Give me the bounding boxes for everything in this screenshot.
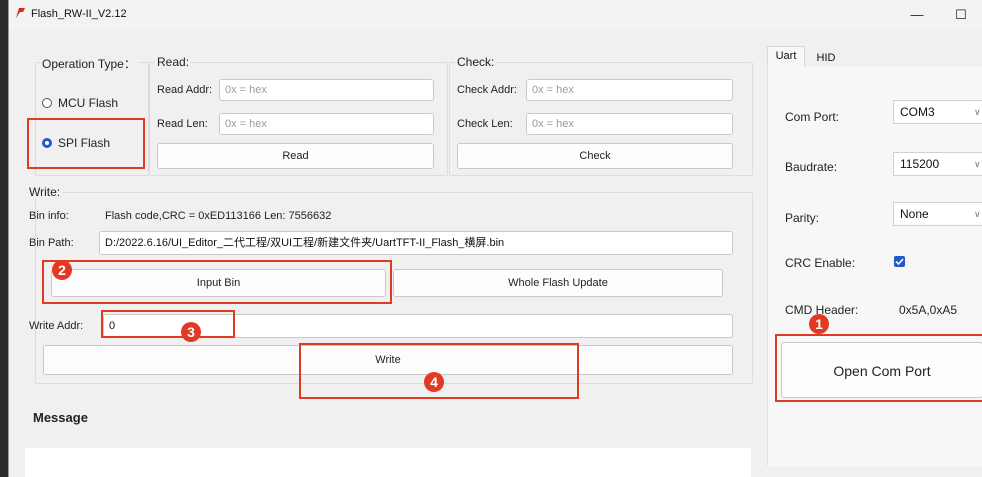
operation-type-title: Operation Type：: [40, 55, 138, 72]
baudrate-value: 115200: [900, 157, 940, 171]
maximize-button[interactable]: ☐: [941, 4, 981, 26]
write-title: Write:: [27, 185, 63, 199]
com-port-select[interactable]: COM3 ∨: [893, 100, 982, 124]
tab-uart[interactable]: Uart: [767, 46, 805, 67]
parity-select[interactable]: None ∨: [893, 202, 982, 226]
cmd-header-value[interactable]: 0x5A,0xA5: [899, 303, 957, 317]
highlight-box-spi-flash: [27, 118, 145, 169]
com-port-value: COM3: [900, 105, 935, 119]
check-addr-input[interactable]: 0x = hex: [526, 79, 733, 101]
read-len-input[interactable]: 0x = hex: [219, 113, 434, 135]
highlight-box-open-com-port: [775, 334, 982, 402]
message-title: Message: [33, 410, 88, 425]
checkmark-icon: [895, 258, 904, 266]
parity-label: Parity:: [785, 211, 820, 225]
parity-value: None: [900, 207, 929, 221]
chevron-down-icon: ∨: [974, 209, 981, 219]
minimize-button[interactable]: —: [897, 4, 937, 26]
com-port-label: Com Port:: [785, 110, 840, 124]
highlight-box-write-addr: [101, 310, 235, 338]
write-addr-label: Write Addr:: [29, 320, 84, 332]
mcu-flash-label[interactable]: MCU Flash: [58, 96, 118, 110]
highlight-box-input-bin: [42, 260, 392, 304]
crc-enable-checkbox[interactable]: [894, 256, 905, 267]
message-log[interactable]: [25, 448, 751, 477]
read-button[interactable]: Read: [157, 143, 434, 169]
check-len-label: Check Len:: [457, 118, 513, 130]
check-len-input[interactable]: 0x = hex: [526, 113, 733, 135]
app-logo-icon: [16, 8, 25, 18]
read-addr-input[interactable]: 0x = hex: [219, 79, 434, 101]
whole-flash-update-button[interactable]: Whole Flash Update: [393, 269, 723, 297]
step-badge-2: 2: [52, 260, 72, 280]
baudrate-select[interactable]: 115200 ∨: [893, 152, 982, 176]
chevron-down-icon: ∨: [974, 159, 981, 169]
check-button[interactable]: Check: [457, 143, 733, 169]
read-len-label: Read Len:: [157, 118, 208, 130]
tab-hid[interactable]: HID: [807, 49, 845, 67]
step-badge-1: 1: [809, 314, 829, 334]
window-title: Flash_RW-II_V2.12: [31, 8, 127, 20]
title-bar: Flash_RW-II_V2.12 — ☐: [9, 0, 982, 30]
bin-path-label: Bin Path:: [29, 237, 74, 249]
check-addr-label: Check Addr:: [457, 84, 517, 96]
bin-path-input[interactable]: D:/2022.6.16/UI_Editor_二代工程/双UI工程/新建文件夹/…: [99, 231, 733, 255]
crc-enable-label: CRC Enable:: [785, 256, 856, 270]
read-addr-label: Read Addr:: [157, 84, 213, 96]
bin-info-label: Bin info:: [29, 210, 69, 222]
check-title: Check:: [455, 55, 497, 69]
bin-info-value: Flash code,CRC = 0xED113166 Len: 7556632: [105, 210, 332, 222]
mcu-flash-radio-circle[interactable]: [42, 98, 52, 108]
baudrate-label: Baudrate:: [785, 160, 838, 174]
step-badge-3: 3: [181, 322, 201, 342]
step-badge-4: 4: [424, 372, 444, 392]
read-title: Read:: [155, 55, 192, 69]
chevron-down-icon: ∨: [974, 107, 981, 117]
app-window: Flash_RW-II_V2.12 — ☐ Operation Type： MC…: [8, 0, 982, 477]
